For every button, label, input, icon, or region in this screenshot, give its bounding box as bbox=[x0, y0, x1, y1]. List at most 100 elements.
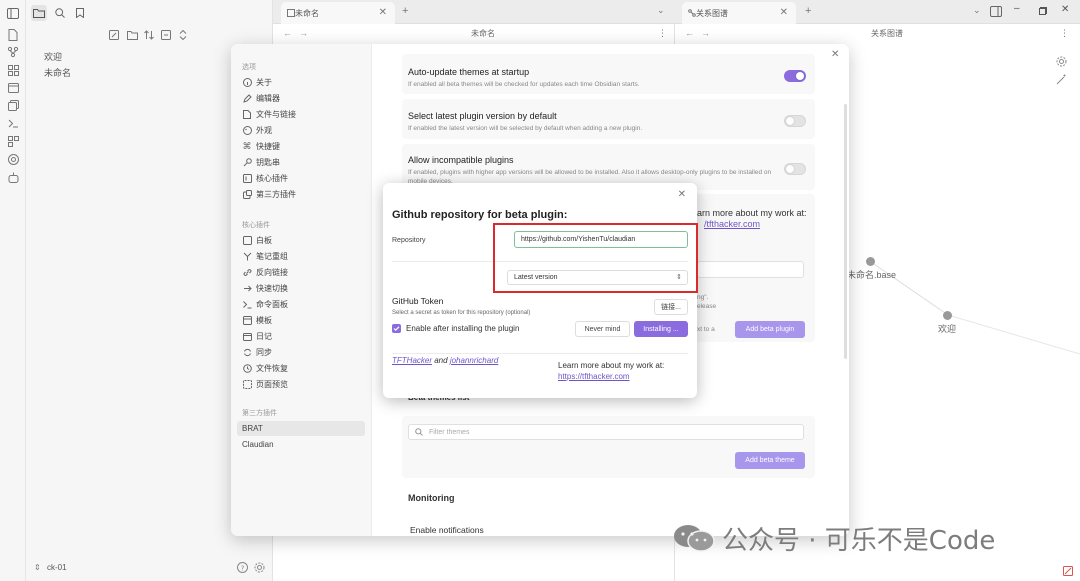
toggle-knob bbox=[786, 117, 794, 125]
forward-arrow-icon[interactable]: → bbox=[299, 28, 308, 38]
minimize-icon[interactable]: – bbox=[1014, 3, 1020, 14]
robot-icon[interactable] bbox=[6, 170, 20, 184]
settings-nav-backlinks[interactable]: 反向链接 bbox=[237, 265, 365, 280]
calendar-icon[interactable] bbox=[6, 80, 20, 94]
maximize-icon[interactable] bbox=[1039, 7, 1047, 15]
vault-switcher-bar: ⇕ ck-01 ? bbox=[26, 555, 273, 581]
settings-nav-command-palette[interactable]: 命令面板 bbox=[237, 297, 365, 312]
sidebar-toggle-icon[interactable] bbox=[6, 6, 20, 20]
settings-nav-canvas[interactable]: 白板 bbox=[237, 233, 365, 248]
settings-nav-keychain[interactable]: 钥匙串 bbox=[237, 155, 365, 170]
settings-nav-file-recovery[interactable]: 文件恢复 bbox=[237, 361, 365, 376]
tab-untitled[interactable]: 未命名 ✕ bbox=[281, 2, 395, 24]
learn-more-link[interactable]: /tfthacker.com bbox=[704, 219, 760, 229]
help-circle-icon[interactable] bbox=[6, 152, 20, 166]
graph-node[interactable] bbox=[943, 311, 952, 320]
vault-name[interactable]: ck-01 bbox=[47, 563, 67, 572]
enable-notifications-label: Enable notifications bbox=[410, 525, 484, 535]
more-options-icon[interactable]: ⋮ bbox=[658, 28, 667, 39]
chevron-down-icon[interactable]: ⌄ bbox=[657, 5, 665, 16]
tab-graph[interactable]: 关系图谱 ✕ bbox=[682, 2, 796, 24]
collapse-icon[interactable] bbox=[159, 28, 173, 42]
nav-label: 快捷键 bbox=[256, 142, 280, 151]
desc-fragment: xt to a bbox=[697, 326, 715, 333]
scrollbar[interactable] bbox=[844, 104, 847, 359]
never-mind-button[interactable]: Never mind bbox=[575, 321, 630, 337]
plug-icon bbox=[242, 174, 252, 184]
status-icon[interactable] bbox=[1063, 566, 1073, 576]
close-icon[interactable]: ✕ bbox=[780, 7, 788, 18]
settings-nav-daily-notes[interactable]: 日记 bbox=[237, 329, 365, 344]
settings-nav-appearance[interactable]: 外观 bbox=[237, 123, 365, 138]
author-link[interactable]: johannrichard bbox=[450, 356, 498, 365]
settings-nav-claudian[interactable]: Claudian bbox=[237, 437, 365, 452]
link-secret-button[interactable]: 链接... bbox=[654, 299, 688, 315]
nav-label: 文件与链接 bbox=[256, 110, 296, 119]
enable-after-install-checkbox[interactable] bbox=[392, 324, 401, 333]
canvas-icon[interactable] bbox=[6, 63, 20, 77]
learn-more-link[interactable]: https://tfthacker.com bbox=[558, 372, 630, 381]
files-tab-icon[interactable] bbox=[31, 5, 47, 21]
puzzle-icon bbox=[242, 190, 252, 200]
copy-icon[interactable] bbox=[6, 98, 20, 112]
settings-nav-hotkeys[interactable]: ⌘ 快捷键 bbox=[237, 139, 365, 154]
settings-nav-sync[interactable]: 同步 bbox=[237, 345, 365, 360]
enable-after-install-label: Enable after installing the plugin bbox=[406, 324, 520, 333]
close-icon[interactable]: ✕ bbox=[831, 49, 839, 60]
nav-label: 文件恢复 bbox=[256, 364, 288, 373]
back-arrow-icon[interactable]: ← bbox=[283, 28, 292, 38]
grid-icon[interactable] bbox=[6, 134, 20, 148]
file-item[interactable]: 欢迎 bbox=[44, 50, 62, 63]
settings-nav-community-plugins[interactable]: 第三方插件 bbox=[237, 187, 365, 202]
nav-label: 外观 bbox=[256, 126, 272, 135]
template-icon bbox=[242, 316, 252, 326]
close-icon[interactable]: ✕ bbox=[379, 7, 387, 18]
file-item[interactable]: 未命名 bbox=[44, 66, 71, 79]
chevron-updown-icon[interactable] bbox=[176, 28, 190, 42]
settings-nav-note-composer[interactable]: 笔记重组 bbox=[237, 249, 365, 264]
add-beta-plugin-button[interactable]: Add beta plugin bbox=[735, 321, 805, 338]
filter-themes-input[interactable]: Filter themes bbox=[408, 424, 804, 440]
new-folder-icon[interactable] bbox=[125, 28, 139, 42]
setting-name: Auto-update themes at startup bbox=[408, 67, 530, 77]
graph-node[interactable] bbox=[866, 257, 875, 266]
window-close-icon[interactable]: ✕ bbox=[1061, 4, 1069, 15]
installing-button[interactable]: Installing ... bbox=[634, 321, 688, 337]
right-sidebar-toggle-icon[interactable] bbox=[990, 6, 1002, 17]
graph-view-icon[interactable] bbox=[6, 45, 20, 59]
learn-more-text: Learn more about my work at: bbox=[558, 361, 665, 370]
help-icon[interactable]: ? bbox=[237, 562, 248, 573]
settings-nav-files-links[interactable]: 文件与链接 bbox=[237, 107, 365, 122]
tab-label: 未命名 bbox=[295, 8, 319, 18]
close-icon[interactable]: ✕ bbox=[678, 189, 686, 200]
auto-update-themes-toggle[interactable] bbox=[784, 70, 806, 82]
settings-nav-templates[interactable]: 模板 bbox=[237, 313, 365, 328]
select-latest-version-toggle[interactable] bbox=[784, 115, 806, 127]
sort-icon[interactable] bbox=[142, 28, 156, 42]
settings-nav-core-plugins[interactable]: 核心插件 bbox=[237, 171, 365, 186]
nav-label: 白板 bbox=[256, 236, 272, 245]
settings-nav-quick-switcher[interactable]: 快速切换 bbox=[237, 281, 365, 296]
allow-incompatible-toggle[interactable] bbox=[784, 163, 806, 175]
author-link[interactable]: TFTHacker bbox=[392, 356, 432, 365]
settings-nav-brat[interactable]: BRAT bbox=[237, 421, 365, 436]
nav-label: Claudian bbox=[242, 440, 274, 449]
open-file-icon[interactable] bbox=[6, 28, 20, 42]
search-icon[interactable] bbox=[52, 5, 68, 21]
new-tab-icon[interactable]: + bbox=[402, 5, 408, 17]
settings-nav-page-preview[interactable]: 页面预览 bbox=[237, 377, 365, 392]
chevron-updown-icon[interactable]: ⇕ bbox=[34, 563, 41, 572]
settings-nav-about[interactable]: 关于 bbox=[237, 75, 365, 90]
setting-description: If enabled the latest version will be se… bbox=[408, 125, 643, 132]
palette-icon bbox=[242, 126, 252, 136]
settings-nav-editor[interactable]: 编辑器 bbox=[237, 91, 365, 106]
chevron-down-icon[interactable]: ⌄ bbox=[973, 5, 981, 16]
add-beta-theme-button[interactable]: Add beta theme bbox=[735, 452, 805, 469]
new-note-icon[interactable] bbox=[107, 28, 121, 42]
terminal-icon[interactable] bbox=[6, 116, 20, 130]
info-icon bbox=[242, 78, 252, 88]
new-tab-icon[interactable]: + bbox=[805, 5, 811, 17]
bookmark-icon[interactable] bbox=[72, 5, 88, 21]
settings-gear-icon[interactable] bbox=[254, 562, 265, 573]
plugins-filter-input[interactable] bbox=[697, 261, 804, 278]
